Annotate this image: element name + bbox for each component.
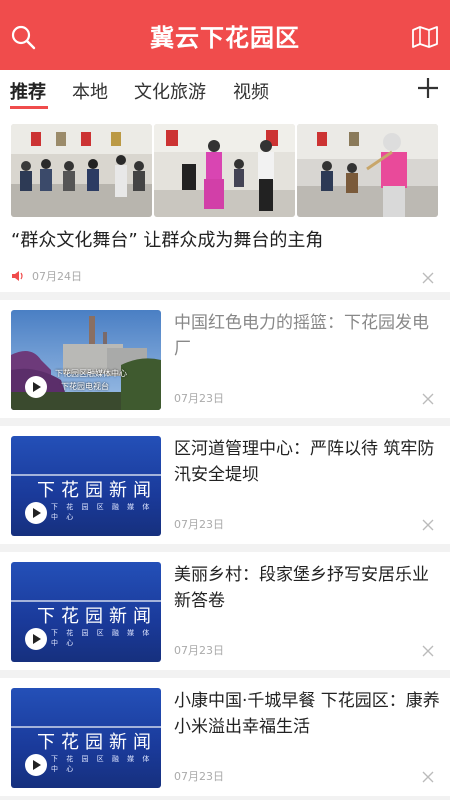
speaker-icon [12,271,23,281]
news-feed[interactable]: “群众文化舞台” 让群众成为舞台的主角 07月24日 下花园区融媒体中心 下花园… [0,112,450,800]
news-thumbnail: 下花园区融媒体中心 下花园电视台 [11,310,161,410]
featured-meta: 07月24日 [11,268,82,284]
thumbnail-heading: 下花园新闻 [37,480,157,501]
news-title[interactable]: 小康中国·千城早餐 下花园区：康养小米溢出幸福生活 [174,688,440,740]
news-date: 07月23日 [174,770,224,783]
play-icon[interactable] [25,754,47,776]
news-thumbnail: 下花园新闻 下 花 园 区 融 媒 体 中 心 [11,562,161,662]
featured-news-card[interactable]: “群众文化舞台” 让群众成为舞台的主角 07月24日 [0,112,450,292]
category-tabs: 推荐 本地 文化旅游 视频 [0,70,450,112]
thumbnail-subheading: 下 花 园 区 融 媒 体 中 心 [51,503,153,521]
dismiss-close-icon[interactable] [422,771,434,783]
dismiss-close-icon[interactable] [422,645,434,657]
play-icon[interactable] [25,376,47,398]
dismiss-close-icon[interactable] [422,272,434,284]
featured-title[interactable]: “群众文化舞台” 让群众成为舞台的主角 [11,226,323,252]
news-title[interactable]: 区河道管理中心：严阵以待 筑牢防汛安全堤坝 [174,436,440,488]
thumbnail-subheading: 下 花 园 区 融 媒 体 中 心 [51,755,153,773]
app-title: 冀云下花园区 [150,24,300,52]
news-item[interactable]: 下花园新闻 下 花 园 区 融 媒 体 中 心 美丽乡村：段家堡乡抒写安居乐业新… [0,552,450,670]
featured-date: 07月24日 [32,270,82,283]
news-date: 07月23日 [174,518,224,531]
news-title[interactable]: 中国红色电力的摇篮：下花园发电厂 [174,310,440,362]
tab-recommend[interactable]: 推荐 [10,78,46,104]
tab-culture-travel[interactable]: 文化旅游 [134,78,206,104]
plus-icon[interactable] [416,76,440,100]
tab-video[interactable]: 视频 [233,78,269,104]
app-header: 冀云下花园区 [0,0,450,70]
thumbnail-heading: 下花园新闻 [37,732,157,753]
featured-photo-1 [11,124,152,217]
active-tab-indicator [10,106,48,109]
news-item[interactable]: 下花园区融媒体中心 下花园电视台 中国红色电力的摇篮：下花园发电厂 07月23日 [0,300,450,418]
news-thumbnail: 下花园新闻 下 花 园 区 融 媒 体 中 心 [11,688,161,788]
news-item[interactable]: 下花园新闻 下 花 园 区 融 媒 体 中 心 小康中国·千城早餐 下花园区：康… [0,678,450,796]
news-title[interactable]: 美丽乡村：段家堡乡抒写安居乐业新答卷 [174,562,440,614]
thumbnail-caption-1: 下花园区融媒体中心 [55,369,127,378]
news-date: 07月23日 [174,644,224,657]
thumbnail-caption-2: 下花园电视台 [61,382,109,391]
news-thumbnail: 下花园新闻 下 花 园 区 融 媒 体 中 心 [11,436,161,536]
tab-local[interactable]: 本地 [72,78,108,104]
news-item[interactable]: 下花园新闻 下 花 园 区 融 媒 体 中 心 区河道管理中心：严阵以待 筑牢防… [0,426,450,544]
play-icon[interactable] [25,628,47,650]
thumbnail-heading: 下花园新闻 [37,606,157,627]
dismiss-close-icon[interactable] [422,393,434,405]
dismiss-close-icon[interactable] [422,519,434,531]
featured-photo-3 [297,124,438,217]
play-icon[interactable] [25,502,47,524]
map-icon[interactable] [412,26,438,48]
thumbnail-subheading: 下 花 园 区 融 媒 体 中 心 [51,629,153,647]
news-date: 07月23日 [174,392,224,405]
featured-photo-2 [154,124,295,217]
